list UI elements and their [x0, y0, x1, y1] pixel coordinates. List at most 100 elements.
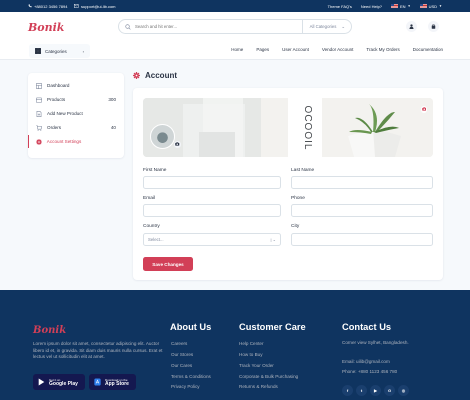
contact-phone: Phone: +880 1123 456 780: [342, 369, 398, 374]
account-card: OCOOIL First Name Last Name Email Phone …: [133, 88, 443, 280]
last-name-input[interactable]: [296, 180, 428, 185]
footer-link-returns[interactable]: Returns & Refunds: [239, 384, 278, 389]
edit-cover-button[interactable]: [420, 106, 427, 113]
dashboard-icon: [36, 82, 42, 89]
logo[interactable]: Bonik: [28, 21, 64, 34]
nav-track-orders[interactable]: Track My Orders: [366, 47, 399, 52]
city-input[interactable]: [296, 237, 428, 242]
topbar-phone: +88012 3456 7894: [28, 4, 67, 9]
language-value: EN: [400, 3, 406, 9]
user-account-button[interactable]: [406, 21, 417, 32]
cover-image: OCOOIL: [143, 98, 433, 157]
language-select[interactable]: EN ▼: [391, 4, 411, 9]
top-bar: +88012 3456 7894 support@ui-lib.com Them…: [0, 0, 470, 12]
search-bar: All Categories ⌄: [118, 19, 352, 34]
nav-pages[interactable]: Pages: [256, 47, 269, 52]
chevron-down-icon: ▼: [407, 4, 411, 8]
gear-icon: [35, 138, 42, 145]
footer-link-terms[interactable]: Terms & Conditions: [171, 374, 211, 379]
faq-link[interactable]: Theme FAQ's: [328, 4, 352, 9]
country-select[interactable]: Select... | ⌄: [143, 233, 281, 246]
search-input[interactable]: [135, 24, 285, 29]
sidebar-item-label: Add New Product: [47, 111, 83, 116]
footer-link-help-center[interactable]: Help Center: [239, 341, 264, 346]
about-us-title: About Us: [170, 322, 212, 332]
chevron-down-icon: ⌄: [341, 23, 345, 29]
nav-user-account[interactable]: User Account: [282, 47, 309, 52]
shopping-bag-icon: [431, 24, 436, 29]
add-file-icon: [36, 110, 42, 117]
nav-vendor-account[interactable]: Vendor Account: [322, 47, 354, 52]
sidebar-item-count: 40: [110, 125, 116, 130]
search-category-value: All Categories: [309, 24, 337, 29]
us-flag-icon: [419, 3, 427, 9]
city-field[interactable]: [291, 233, 433, 246]
footer-link-how-to-buy[interactable]: How to Buy: [239, 352, 263, 357]
edit-avatar-button[interactable]: [174, 141, 181, 148]
instagram-icon[interactable]: ◎: [398, 385, 409, 396]
cart-icon: [36, 124, 42, 131]
youtube-icon[interactable]: ▶: [370, 385, 381, 396]
categories-button[interactable]: Categories ›: [29, 44, 90, 58]
footer-link-privacy[interactable]: Privacy Policy: [171, 384, 200, 389]
main-nav: Categories › Home Pages User Account Ven…: [0, 43, 470, 60]
contact-us-title: Contact Us: [342, 322, 392, 332]
camera-icon: [421, 107, 426, 111]
sidebar-item-products[interactable]: Products 300: [28, 93, 124, 106]
footer-link-careers[interactable]: Careers: [171, 341, 187, 346]
last-name-field[interactable]: [291, 176, 433, 189]
email-field[interactable]: [143, 204, 281, 217]
sidebar-item-add-product[interactable]: Add New Product: [28, 107, 124, 120]
app-store-big: App Store: [105, 381, 129, 387]
currency-value: USD: [428, 3, 438, 9]
nav-documentation[interactable]: Documentation: [413, 47, 443, 52]
phone-icon: [28, 4, 32, 8]
google-icon[interactable]: G: [384, 385, 395, 396]
page-title-text: Account: [145, 71, 177, 80]
footer-link-track-order[interactable]: Track Your Order: [239, 363, 274, 368]
search-category-select[interactable]: All Categories ⌄: [301, 20, 351, 33]
currency-select[interactable]: USD ▼: [419, 3, 442, 9]
country-label: Country: [143, 224, 160, 229]
topbar-email-text: support@ui-lib.com: [80, 3, 116, 9]
chevron-down-icon: ▼: [439, 4, 442, 8]
avatar: [150, 124, 175, 149]
categories-label: Categories: [45, 48, 67, 54]
nav-home[interactable]: Home: [231, 47, 243, 52]
header: Bonik All Categories ⌄: [0, 12, 470, 43]
save-changes-button[interactable]: Save Changes: [143, 257, 193, 271]
apple-icon: [94, 378, 101, 386]
country-placeholder: Select...: [148, 237, 164, 242]
first-name-input[interactable]: [148, 180, 276, 185]
google-play-icon: [38, 378, 45, 386]
cart-button[interactable]: [428, 21, 439, 32]
sidebar-item-label: Account Settings: [46, 139, 82, 144]
email-input[interactable]: [148, 208, 276, 213]
page-title: Account: [133, 71, 177, 80]
footer-link-our-stores[interactable]: Our Stores: [171, 352, 193, 357]
footer: Bonik Lorem ipsum dolor sit amet, consec…: [0, 290, 470, 400]
phone-input[interactable]: [296, 208, 428, 213]
app-store-button[interactable]: Download on the App Store: [89, 374, 136, 390]
footer-link-our-cares[interactable]: Our Cares: [171, 363, 192, 368]
phone-label: Phone: [291, 196, 305, 201]
footer-link-corporate[interactable]: Corporate & Bulk Purchasing: [239, 374, 298, 379]
sidebar-item-dashboard[interactable]: Dashboard: [28, 79, 124, 92]
box-icon: [36, 97, 42, 103]
sidebar-item-label: Products: [47, 97, 66, 102]
help-link[interactable]: Need Help?: [361, 4, 382, 9]
email-label: Email: [143, 196, 155, 201]
sidebar-item-orders[interactable]: Orders 40: [28, 121, 124, 134]
sidebar-item-account-settings[interactable]: Account Settings: [28, 135, 124, 148]
us-flag-icon: [391, 3, 399, 9]
twitter-icon[interactable]: t: [356, 385, 367, 396]
google-play-big: Google Play: [49, 381, 78, 387]
facebook-icon[interactable]: f: [342, 385, 353, 396]
google-play-button[interactable]: Get it on Google Play: [33, 374, 85, 390]
dashboard-sidebar: Dashboard Products 300 Add New Product O…: [28, 73, 124, 158]
footer-logo[interactable]: Bonik: [33, 325, 66, 336]
phone-field[interactable]: [291, 204, 433, 217]
first-name-field[interactable]: [143, 176, 281, 189]
contact-email: Email: uilib@gmail.com: [342, 359, 390, 364]
camera-icon: [175, 142, 180, 146]
